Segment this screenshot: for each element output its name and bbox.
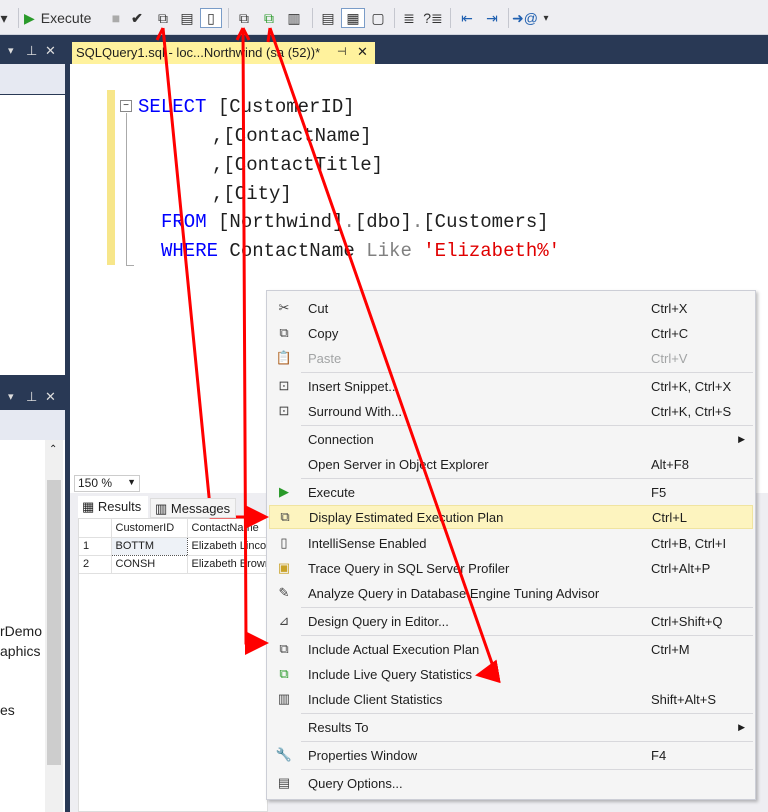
column-header[interactable]: CustomerID — [111, 519, 188, 538]
code-line-3: ,[ContactTitle] — [212, 154, 384, 176]
code-line-1: SELECT [CustomerID] — [138, 96, 355, 118]
submenu-arrow-icon: ▶ — [738, 721, 745, 732]
menu-item-results-to[interactable]: Results To ▶ — [269, 715, 753, 739]
list-item[interactable]: es — [0, 702, 15, 718]
code-line-4: ,[City] — [212, 183, 292, 205]
actual-plan-icon[interactable]: ⧉ — [233, 8, 255, 28]
menu-item-analyze-query[interactable]: ✎ Analyze Query in Database Engine Tuning… — [269, 581, 753, 605]
decrease-indent-icon[interactable]: ⇤ — [455, 8, 479, 28]
tab-sqlquery1[interactable]: SQLQuery1.sql - loc...Northwind (sa (52)… — [72, 42, 375, 64]
pane-menu-icon[interactable]: ▾ — [8, 390, 14, 403]
uncomment-icon[interactable]: ?≣ — [422, 8, 444, 28]
collapse-icon[interactable]: − — [120, 100, 132, 112]
play-icon: ▶ — [279, 484, 289, 499]
actual-plan-icon: ⧉ — [279, 641, 289, 656]
options-icon: ▤ — [277, 775, 291, 790]
scroll-up-icon[interactable]: ⌃ — [49, 444, 57, 455]
context-menu: ✂ Cut Ctrl+X ⧉ Copy Ctrl+C 📋 Paste Ctrl+V ⊡ Ins… — [266, 290, 756, 800]
menu-item-surround-with[interactable]: ⊡ Surround With... Ctrl+K, Ctrl+S — [269, 399, 753, 423]
pin-icon[interactable]: ⊥ — [26, 389, 37, 405]
menu-item-intellisense[interactable]: ▯ IntelliSense Enabled Ctrl+B, Ctrl+I — [269, 531, 753, 555]
menu-item-insert-snippet[interactable]: ⊡ Insert Snippet... Ctrl+K, Ctrl+X — [269, 374, 753, 398]
design-query-icon: ⊿ — [278, 613, 290, 628]
pane-menu-icon[interactable]: ▾ — [8, 44, 14, 57]
increase-indent-icon[interactable]: ⇥ — [480, 8, 504, 28]
lower-pane-list: rDemo aphics es ⌃ — [0, 440, 65, 812]
menu-item-properties-window[interactable]: 🔧 Properties Window F4 — [269, 743, 753, 767]
lower-pane-header: ▾ ⊥ ✕ — [0, 386, 65, 410]
code-line-2: ,[ContactName] — [212, 125, 372, 147]
list-item[interactable]: rDemo — [0, 623, 42, 639]
comment-icon[interactable]: ≣ — [398, 8, 420, 28]
menu-item-include-client-stats[interactable]: ▥ Include Client Statistics Shift+Alt+S — [269, 687, 753, 711]
zoom-select[interactable]: 150 % ▼ — [74, 475, 140, 492]
menu-item-connection[interactable]: Connection ▶ — [269, 427, 753, 451]
menu-item-trace-query[interactable]: ▣ Trace Query in SQL Server Profiler Ctrl+… — [269, 556, 753, 580]
menu-item-execute[interactable]: ▶ Execute F5 — [269, 480, 753, 504]
stop-icon[interactable]: ■ — [108, 8, 124, 28]
profiler-icon: ▣ — [277, 560, 291, 575]
code-line-6: WHERE ContactName Like 'Elizabeth%' — [161, 240, 561, 262]
snippet-icon: ⊡ — [278, 378, 290, 393]
menu-item-design-query[interactable]: ⊿ Design Query in Editor... Ctrl+Shift+Q — [269, 609, 753, 633]
intellisense-icon: ▯ — [280, 535, 288, 550]
menu-item-include-actual-plan[interactable]: ⧉ Include Actual Execution Plan Ctrl+M — [269, 637, 753, 661]
template-params-icon[interactable]: ➜@ — [512, 8, 538, 28]
tab-results[interactable]: ▦ Results — [78, 496, 148, 518]
code-line-5: FROM [Northwind].[dbo].[Customers] — [161, 211, 549, 233]
live-stats-icon: ⧉ — [279, 666, 289, 681]
menu-item-query-options[interactable]: ▤ Query Options... — [269, 771, 753, 795]
results-grid: CustomerID ContactName 1 BOTTM Elizabeth Li… — [78, 518, 269, 812]
query-designer-icon[interactable]: ▤ — [177, 8, 197, 28]
menu-item-copy[interactable]: ⧉ Copy Ctrl+C — [269, 321, 753, 345]
pin-icon[interactable]: ⊣ — [337, 45, 347, 58]
menu-item-cut[interactable]: ✂ Cut Ctrl+X — [269, 296, 753, 320]
scissors-icon: ✂ — [278, 300, 290, 315]
scrollbar-thumb[interactable] — [47, 480, 61, 765]
close-icon[interactable]: ✕ — [45, 43, 56, 59]
execute-button[interactable]: ▶ Execute — [24, 8, 104, 28]
grid-icon: ▦ — [82, 499, 98, 514]
menu-item-display-estimated-plan[interactable]: ⧉ Display Estimated Execution Plan Ctrl+L — [269, 505, 753, 529]
list-item[interactable]: aphics — [0, 643, 40, 659]
tab-messages[interactable]: ▥ Messages — [150, 498, 236, 518]
column-header[interactable]: ContactName — [187, 519, 269, 538]
paste-icon: 📋 — [275, 350, 293, 365]
close-icon[interactable]: ✕ — [45, 389, 56, 405]
object-explorer-tree — [0, 95, 65, 375]
estimated-plan-icon[interactable]: ⧉ — [152, 8, 174, 28]
tuning-advisor-icon: ✎ — [278, 585, 290, 600]
object-explorer-header: ▾ ⊥ ✕ — [0, 40, 65, 64]
results-to-grid-icon[interactable]: ▦ — [341, 8, 365, 28]
client-stats-icon[interactable]: ▥ — [283, 8, 305, 28]
wrench-icon: 🔧 — [275, 747, 293, 762]
results-to-text-icon[interactable]: ▤ — [317, 8, 339, 28]
close-tab-icon[interactable]: ✕ — [357, 44, 368, 60]
results-to-file-icon[interactable]: ▢ — [367, 8, 389, 28]
surround-icon: ⊡ — [278, 403, 290, 418]
table-row: 1 BOTTM Elizabeth Lincoln — [79, 536, 269, 556]
submenu-arrow-icon: ▶ — [738, 433, 745, 444]
live-stats-icon[interactable]: ⧉ — [258, 8, 280, 28]
scrollbar[interactable]: ⌃ — [45, 440, 63, 812]
play-icon: ▶ — [24, 9, 35, 26]
parse-check-icon[interactable]: ✔ — [128, 8, 146, 28]
estimated-plan-icon: ⧉ — [280, 509, 290, 524]
messages-icon: ▥ — [155, 501, 171, 516]
toolbar-overflow-icon[interactable]: ▾ — [540, 8, 552, 28]
client-stats-icon: ▥ — [277, 691, 291, 706]
copy-icon: ⧉ — [279, 325, 289, 340]
table-row: 2 CONSH Elizabeth Brown — [79, 555, 269, 574]
menu-item-open-server[interactable]: Open Server in Object Explorer Alt+F8 — [269, 452, 753, 476]
toolbar: ▾ ▶ Execute ■ ✔ ⧉ ▤ ▯ ⧉ ⧉ ▥ ▤ ▦ ▢ ≣ ?≣ ⇤ … — [0, 0, 768, 35]
intellisense-icon[interactable]: ▯ — [200, 8, 222, 28]
menu-item-paste[interactable]: 📋 Paste Ctrl+V — [269, 346, 753, 370]
menu-item-include-live-stats[interactable]: ⧉ Include Live Query Statistics — [269, 662, 753, 686]
dropdown-arrow-icon[interactable]: ▾ — [0, 8, 8, 28]
pin-icon[interactable]: ⊥ — [26, 43, 37, 59]
chevron-down-icon: ▼ — [127, 477, 136, 487]
